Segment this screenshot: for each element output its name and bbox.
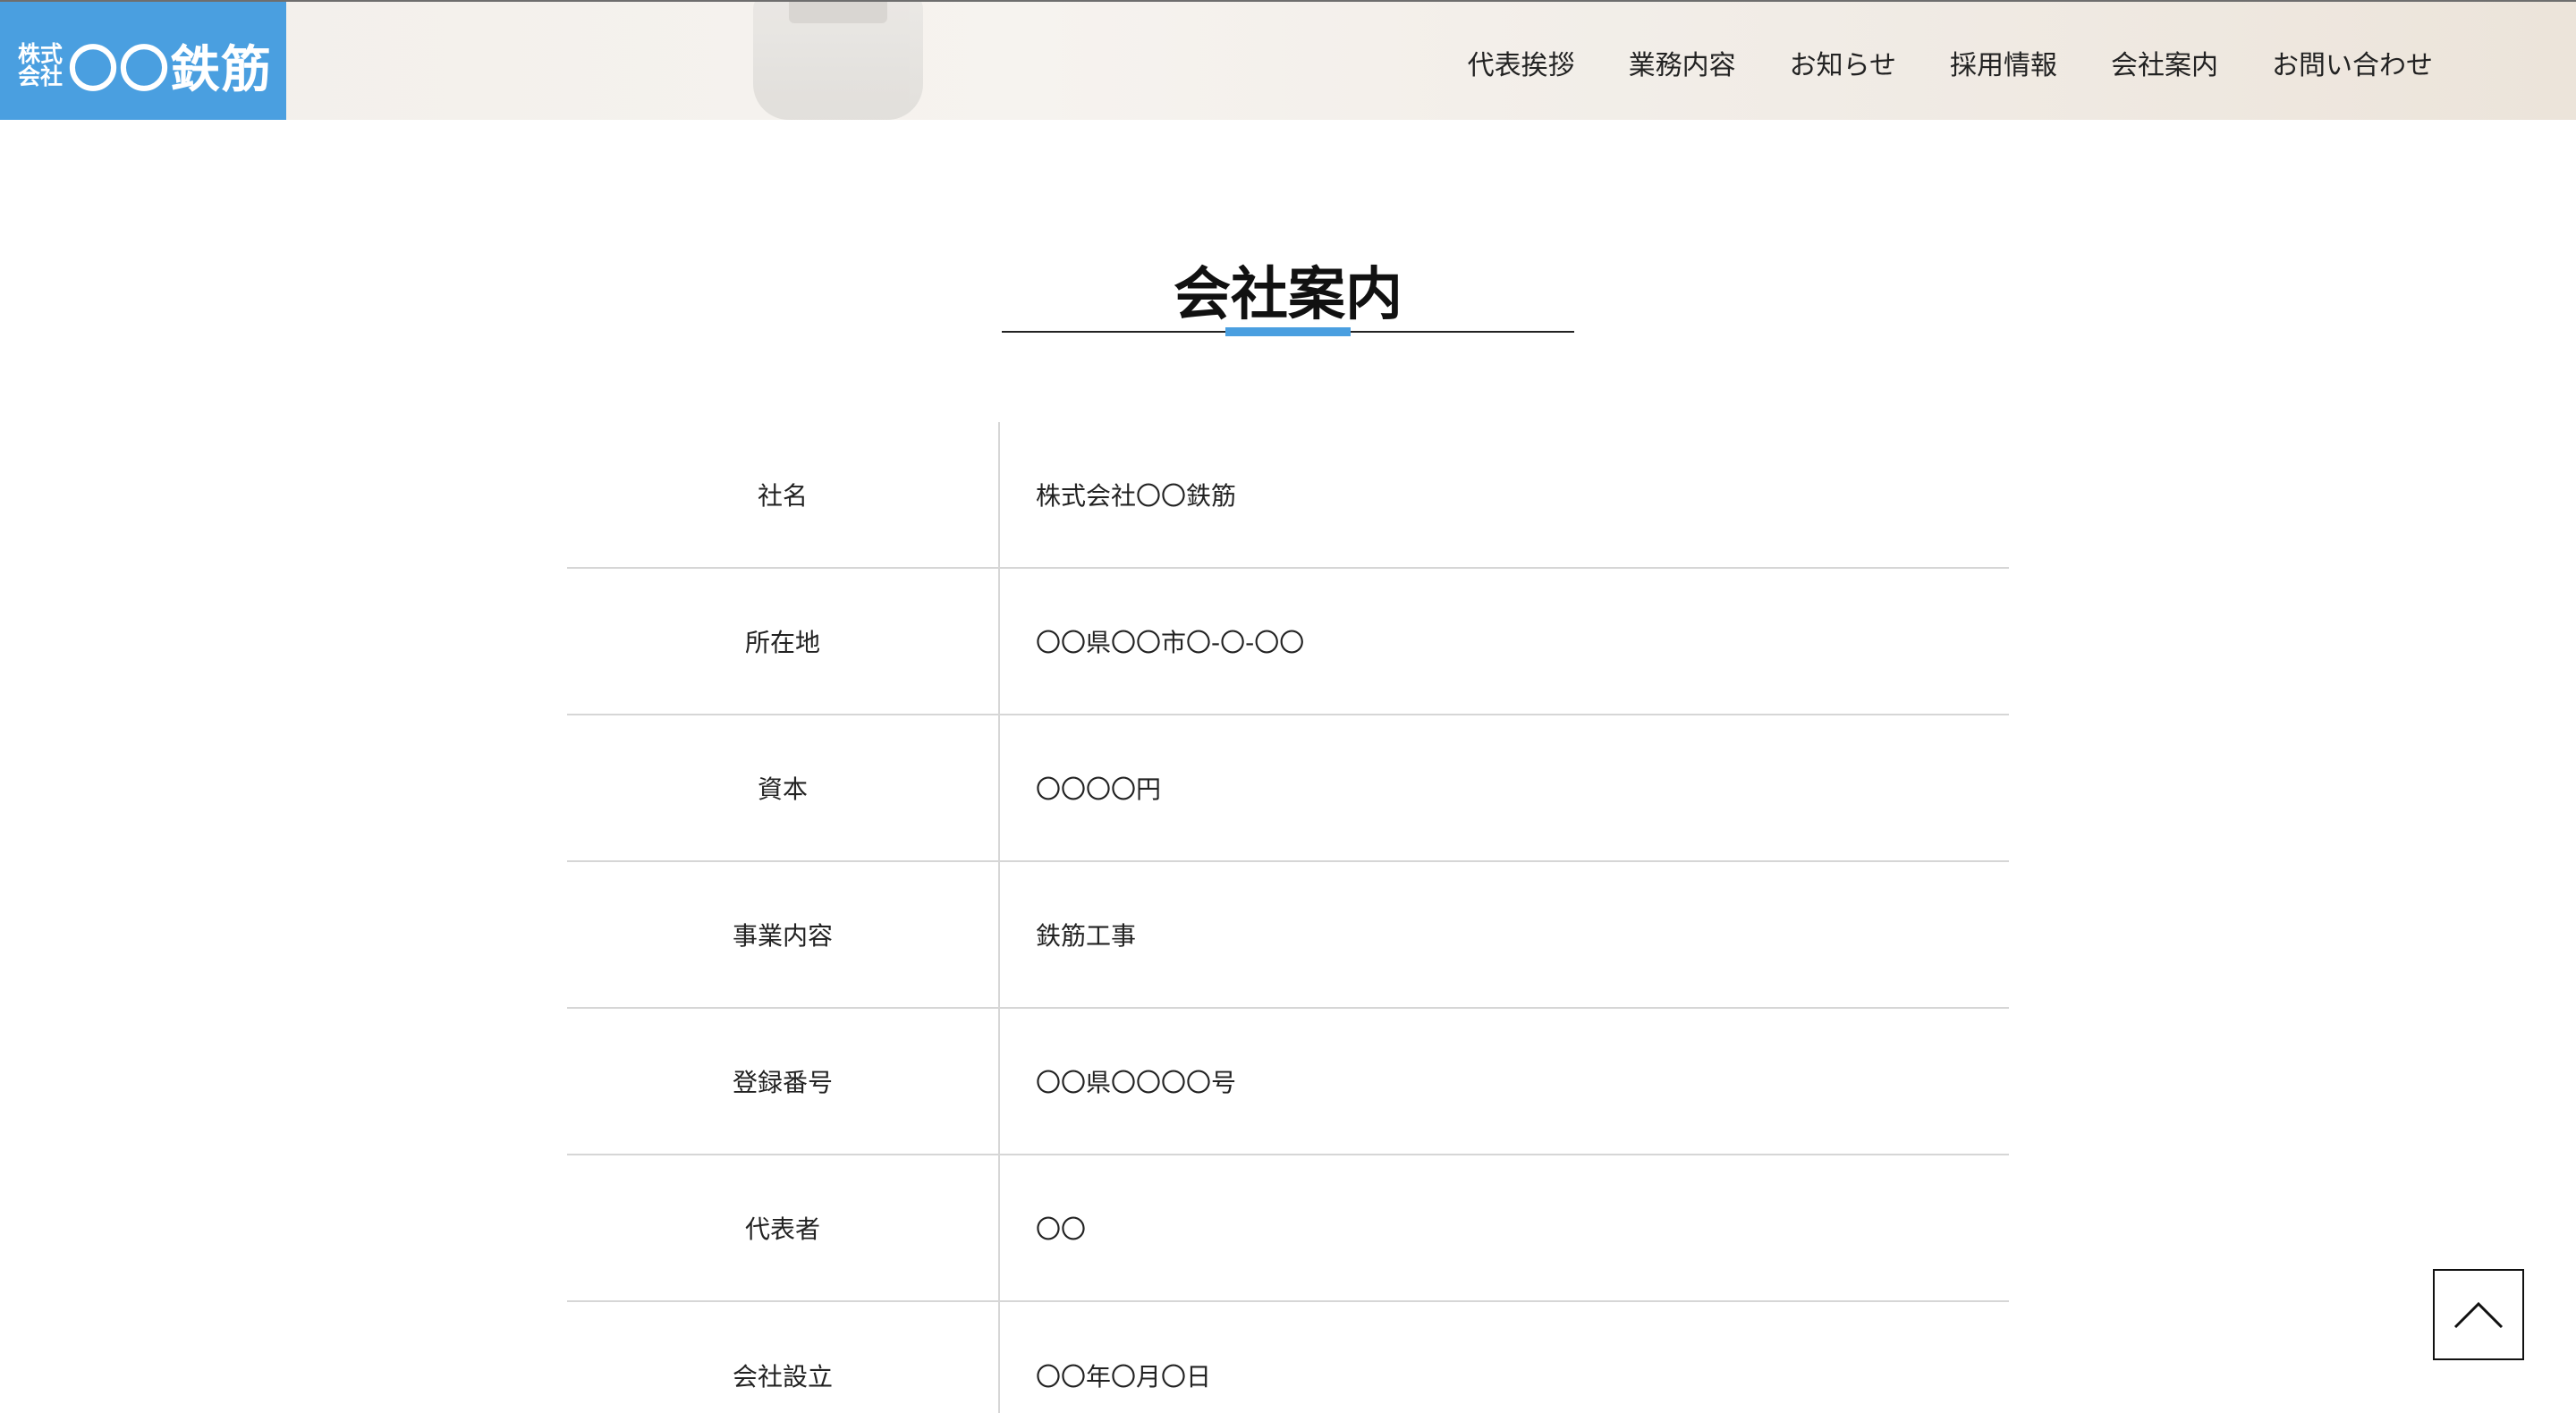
row-label: 事業内容 xyxy=(732,921,833,951)
page-title: 会社案内 xyxy=(1174,262,1402,328)
table-row: 資本 〇〇〇〇円 xyxy=(567,715,2009,862)
nav-item-services[interactable]: 業務内容 xyxy=(1629,43,1736,82)
nav-item-company[interactable]: 会社案内 xyxy=(2111,43,2218,82)
logo-prefix: 株式 会社 xyxy=(18,43,63,88)
nav-item-recruit[interactable]: 採用情報 xyxy=(1950,43,2057,82)
main-nav: 代表挨拶 業務内容 お知らせ 採用情報 会社案内 お問い合わせ xyxy=(1468,43,2433,82)
table-row: 代表者 〇〇 xyxy=(567,1155,2009,1302)
nav-item-news[interactable]: お知らせ xyxy=(1790,43,1896,82)
row-value: 〇〇〇〇円 xyxy=(1036,774,1162,804)
site-logo[interactable]: 株式 会社 〇〇鉄筋 xyxy=(0,2,286,120)
logo-name: 〇〇鉄筋 xyxy=(68,40,273,99)
table-row: 会社設立 〇〇年〇月〇日 xyxy=(567,1302,2009,1413)
site-header: 株式 会社 〇〇鉄筋 代表挨拶 業務内容 お知らせ 採用情報 会社案内 お問い合… xyxy=(0,0,2576,120)
page: 株式 会社 〇〇鉄筋 代表挨拶 業務内容 お知らせ 採用情報 会社案内 お問い合… xyxy=(0,0,2576,1413)
row-value: 〇〇 xyxy=(1036,1214,1087,1244)
table-row: 事業内容 鉄筋工事 xyxy=(567,862,2009,1009)
table-row: 社名 株式会社〇〇鉄筋 xyxy=(567,422,2009,569)
back-to-top-button[interactable] xyxy=(2433,1269,2524,1360)
row-label: 資本 xyxy=(757,774,808,804)
company-info-table: 社名 株式会社〇〇鉄筋 所在地 〇〇県〇〇市〇-〇-〇〇 資本 〇〇〇〇円 事業… xyxy=(567,422,2009,1413)
row-value: 〇〇年〇月〇日 xyxy=(1036,1362,1212,1392)
row-value: 鉄筋工事 xyxy=(1036,921,1137,951)
table-row: 登録番号 〇〇県〇〇〇〇号 xyxy=(567,1009,2009,1155)
row-value: 株式会社〇〇鉄筋 xyxy=(1036,481,1237,511)
nav-item-contact[interactable]: お問い合わせ xyxy=(2272,43,2433,82)
row-label: 会社設立 xyxy=(732,1362,833,1392)
row-label: 社名 xyxy=(757,481,808,511)
chevron-up-icon xyxy=(2453,1301,2504,1329)
title-accent-bar xyxy=(1225,327,1351,336)
row-label: 登録番号 xyxy=(732,1068,833,1097)
row-value: 〇〇県〇〇市〇-〇-〇〇 xyxy=(1036,628,1305,657)
logo-prefix-line-2: 会社 xyxy=(18,63,64,89)
nav-item-greeting[interactable]: 代表挨拶 xyxy=(1468,43,1575,82)
row-value: 〇〇県〇〇〇〇号 xyxy=(1036,1068,1237,1097)
logo-prefix-line-1: 株式 xyxy=(18,41,64,67)
table-row: 所在地 〇〇県〇〇市〇-〇-〇〇 xyxy=(567,569,2009,715)
row-label: 代表者 xyxy=(744,1214,820,1244)
row-label: 所在地 xyxy=(744,628,820,657)
header-background-image xyxy=(753,2,923,120)
